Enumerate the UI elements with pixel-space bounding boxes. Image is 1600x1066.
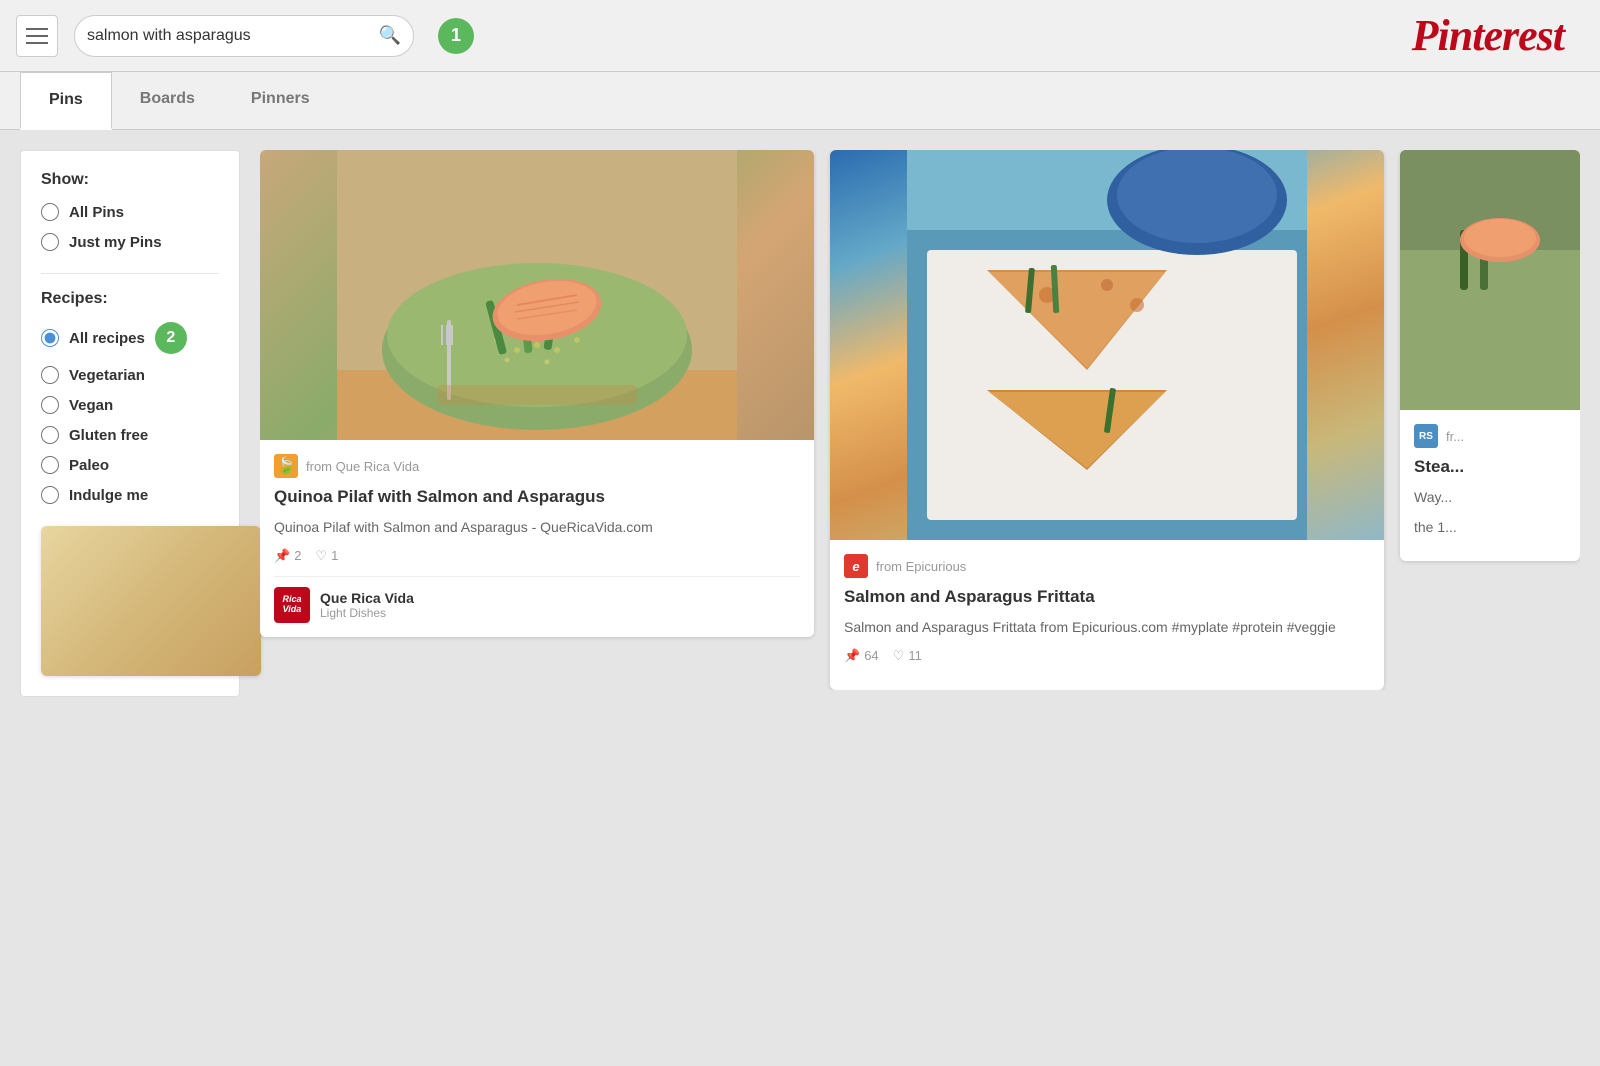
badge-1: 1 [438,18,474,54]
sidebar-bottom-card [41,526,261,676]
pin-card-1[interactable]: 🍃 from Que Rica Vida Quinoa Pilaf with S… [260,150,814,637]
card-2-source-icon: e [844,554,868,578]
sidebar-bottom-image [41,526,261,676]
card-1-pin-count: 📌 2 [274,548,301,564]
all-pins-radio[interactable] [41,203,59,221]
vegetarian-label: Vegetarian [69,367,145,384]
card-1-stats: 📌 2 ♡ 1 [274,548,800,564]
card-2-desc: Salmon and Asparagus Frittata from Epicu… [844,618,1370,638]
card-3-image [1400,150,1580,410]
card-1-footer-name: Que Rica Vida [320,590,414,606]
vegan-option[interactable]: Vegan [41,396,219,414]
card-2-body: e from Epicurious Salmon and Asparagus F… [830,540,1384,690]
menu-button[interactable] [16,15,58,57]
main-content: Show: All Pins Just my Pins Recipes: All… [0,130,1600,717]
card-3-desc-partial2: the 1... [1414,518,1566,538]
card-3-svg [1400,150,1580,410]
card-1-footer: Rica Vida Que Rica Vida Light Dishes [274,587,800,623]
card-3-body: RS fr... Stea... Way... the 1... [1400,410,1580,561]
tabs-bar: Pins Boards Pinners [0,72,1600,130]
menu-line-2 [26,35,48,37]
recipes-section-title: Recipes: [41,290,219,308]
card-1-heart-count: ♡ 1 [315,548,338,564]
pin-card-3-partial[interactable]: RS fr... Stea... Way... the 1... [1400,150,1580,561]
card-1-image [260,150,814,440]
all-recipes-badge-wrapper: All recipes 2 [41,322,187,354]
recipes-section: Recipes: All recipes 2 Vegetarian [41,273,219,504]
paleo-option[interactable]: Paleo [41,456,219,474]
show-section-title: Show: [41,171,219,189]
gluten-free-option[interactable]: Gluten free [41,426,219,444]
all-recipes-option[interactable]: All recipes 2 [41,322,219,354]
card-1-source: 🍃 from Que Rica Vida [274,454,800,478]
card-1-desc: Quinoa Pilaf with Salmon and Asparagus -… [274,518,800,538]
vegan-label: Vegan [69,397,113,414]
search-input[interactable]: salmon with asparagus [87,27,373,45]
card-2-svg [830,150,1384,540]
vegetarian-radio[interactable] [41,366,59,384]
card-2-pin-count: 📌 64 [844,648,879,664]
header: salmon with asparagus 🔍 1 Pinterest [0,0,1600,72]
all-recipes-label: All recipes [69,330,145,347]
card-3-source-icon: RS [1414,424,1438,448]
show-options: All Pins Just my Pins [41,203,219,251]
vegan-radio[interactable] [41,396,59,414]
card-2-source: e from Epicurious [844,554,1370,578]
recipes-options: All recipes 2 Vegetarian Vegan G [41,322,219,504]
indulge-me-option[interactable]: Indulge me [41,486,219,504]
all-recipes-radio[interactable] [41,329,59,347]
card-3-source: RS fr... [1414,424,1566,448]
search-bar: salmon with asparagus 🔍 [74,15,414,57]
card-2-source-text: from Epicurious [876,559,966,574]
sidebar: Show: All Pins Just my Pins Recipes: All… [20,150,240,697]
paleo-label: Paleo [69,457,109,474]
pin-card-2[interactable]: e from Epicurious Salmon and Asparagus F… [830,150,1384,690]
indulge-me-radio[interactable] [41,486,59,504]
all-pins-option[interactable]: All Pins [41,203,219,221]
menu-line-3 [26,42,48,44]
paleo-radio[interactable] [41,456,59,474]
badge-2: 2 [155,322,187,354]
card-2-heart-count: ♡ 11 [893,648,922,664]
card-2-image [830,150,1384,540]
tab-boards[interactable]: Boards [112,72,223,129]
card-1-title: Quinoa Pilaf with Salmon and Asparagus [274,486,800,508]
card-1-source-text: from Que Rica Vida [306,459,419,474]
pinterest-logo: Pinterest [1412,10,1584,61]
card-1-body: 🍃 from Que Rica Vida Quinoa Pilaf with S… [260,440,814,637]
just-my-pins-label: Just my Pins [69,234,162,251]
gluten-free-label: Gluten free [69,427,148,444]
card-1-footer-logo: Rica Vida [274,587,310,623]
card-1-footer-text: Que Rica Vida Light Dishes [320,590,414,620]
card-1-footer-sub: Light Dishes [320,606,414,620]
card-3-title-partial: Stea... [1414,456,1566,478]
just-my-pins-radio[interactable] [41,233,59,251]
gluten-free-radio[interactable] [41,426,59,444]
vegetarian-option[interactable]: Vegetarian [41,366,219,384]
pins-area: 🍃 from Que Rica Vida Quinoa Pilaf with S… [260,150,1580,690]
search-icon: 🔍 [379,25,401,46]
card-1-source-icon: 🍃 [274,454,298,478]
card-3-source-from: fr... [1446,429,1464,444]
tab-pinners[interactable]: Pinners [223,72,338,129]
card-3-desc-partial: Way... [1414,488,1566,508]
just-my-pins-option[interactable]: Just my Pins [41,233,219,251]
card-2-stats: 📌 64 ♡ 11 [844,648,1370,664]
card-1-divider [274,576,800,577]
indulge-me-label: Indulge me [69,487,148,504]
all-pins-label: All Pins [69,204,124,221]
tab-pins[interactable]: Pins [20,72,112,130]
card-1-svg [260,150,814,440]
menu-line-1 [26,28,48,30]
card-2-title: Salmon and Asparagus Frittata [844,586,1370,608]
